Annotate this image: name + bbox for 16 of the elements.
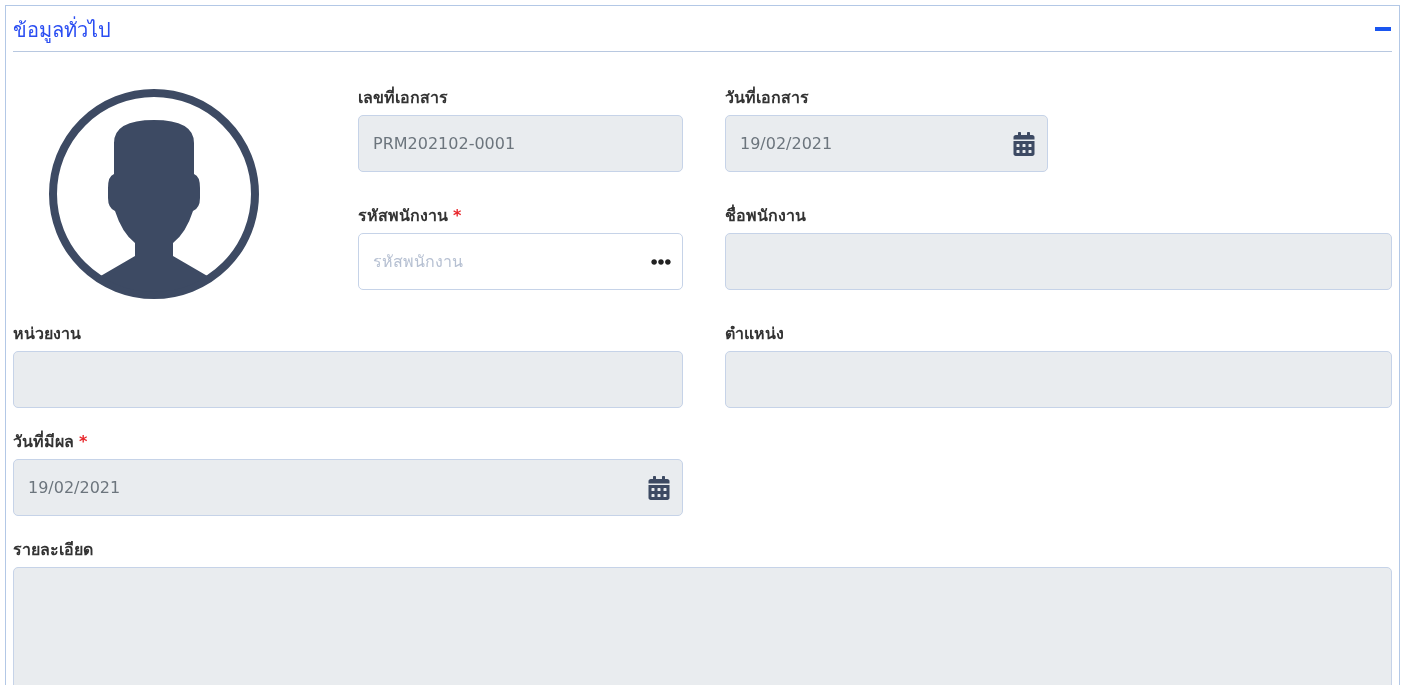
field-label: รายละเอียด [13, 540, 93, 560]
panel-title: ข้อมูลทั่วไป [13, 15, 111, 45]
field-label: วันที่เอกสาร [725, 88, 809, 108]
calendar-icon[interactable] [1012, 131, 1036, 156]
required-mark: * [453, 206, 462, 226]
field-label: หน่วยงาน [13, 324, 81, 344]
required-mark: * [79, 432, 88, 452]
avatar-icon [48, 88, 260, 300]
field-label: เลขที่เอกสาร [358, 88, 448, 108]
field-label: ชื่อพนักงาน [725, 206, 806, 226]
field-label: รหัสพนักงาน [358, 206, 448, 226]
lookup-field[interactable]: รหัสพนักงาน [358, 233, 683, 290]
field-label: ตำแหน่ง [725, 324, 784, 344]
field-label: วันที่มีผล [13, 432, 74, 452]
calendar-icon[interactable] [647, 475, 671, 500]
minus-icon [1375, 26, 1391, 31]
